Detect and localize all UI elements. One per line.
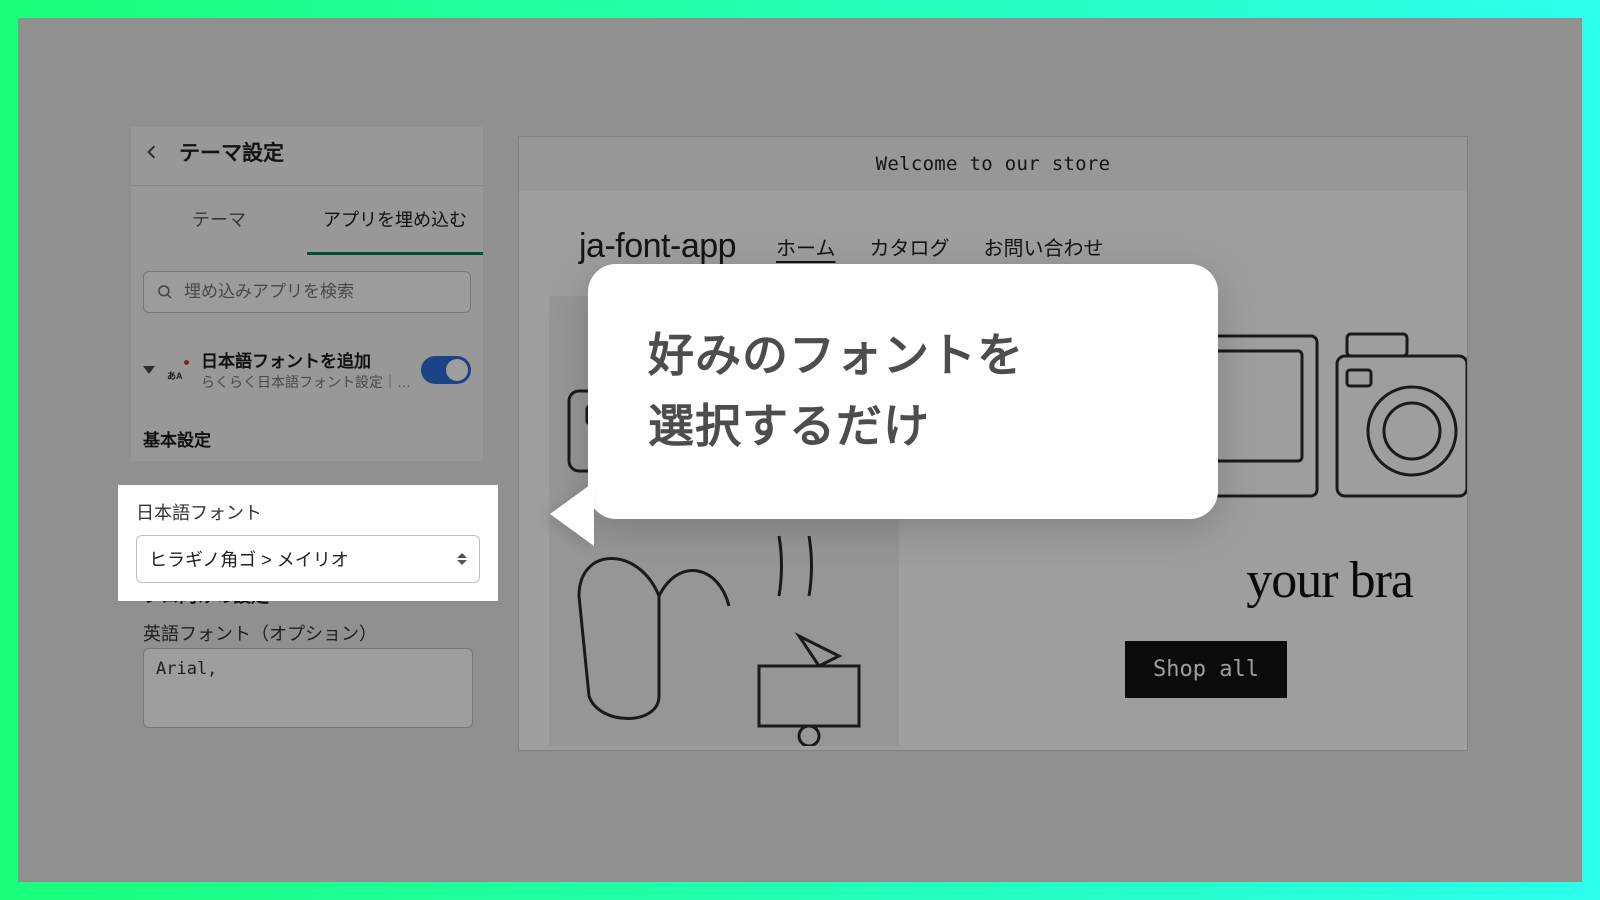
tab-theme[interactable]: テーマ: [131, 186, 307, 255]
english-font-label: 英語フォント（オプション）: [143, 620, 377, 646]
nav-contact[interactable]: お問い合わせ: [983, 232, 1103, 261]
tooltip-bubble: 好みのフォントを 選択するだけ: [588, 264, 1218, 519]
caret-down-icon: [143, 366, 155, 374]
search-icon: [156, 283, 174, 301]
sidebar-title: テーマ設定: [179, 137, 284, 167]
theme-settings-sidebar: テーマ設定 テーマ アプリを埋め込む あA: [131, 127, 483, 461]
japanese-font-value: ヒラギノ角ゴ > メイリオ: [149, 546, 349, 572]
japanese-font-card: 日本語フォント ヒラギノ角ゴ > メイリオ: [118, 485, 498, 601]
select-chevron-icon: [457, 553, 467, 565]
app-title: 日本語フォントを追加: [201, 347, 411, 372]
basic-settings-label: 基本設定: [131, 392, 483, 461]
search-input-wrap[interactable]: [143, 271, 471, 313]
app-icon: あA: [167, 358, 191, 382]
hero-illustration-right: [1187, 296, 1467, 566]
hero-headline: your bra: [1246, 551, 1413, 610]
english-font-textarea[interactable]: [143, 648, 473, 728]
app-subtitle: らくらく日本語フォント設定｜…: [201, 372, 411, 392]
chevron-left-icon: [142, 142, 162, 162]
nav-home[interactable]: ホーム: [776, 232, 835, 261]
japanese-font-select[interactable]: ヒラギノ角ゴ > メイリオ: [136, 535, 480, 583]
store-brand: ja-font-app: [579, 227, 736, 266]
tab-embed-app[interactable]: アプリを埋め込む: [307, 186, 483, 255]
tooltip-text: 好みのフォントを 選択するだけ: [648, 320, 1158, 463]
embedded-app-row[interactable]: あA 日本語フォントを追加 らくらく日本語フォント設定｜…: [143, 347, 471, 392]
tooltip-tail-icon: [550, 482, 594, 546]
app-enable-toggle[interactable]: [421, 356, 471, 384]
nav-catalog[interactable]: カタログ: [869, 232, 949, 261]
announcement-bar: Welcome to our store: [519, 137, 1467, 191]
search-input[interactable]: [184, 282, 458, 302]
japanese-font-label: 日本語フォント: [136, 499, 480, 525]
sidebar-tabs: テーマ アプリを埋め込む: [131, 186, 483, 255]
back-button[interactable]: [139, 139, 165, 165]
shop-all-button[interactable]: Shop all: [1125, 641, 1287, 698]
